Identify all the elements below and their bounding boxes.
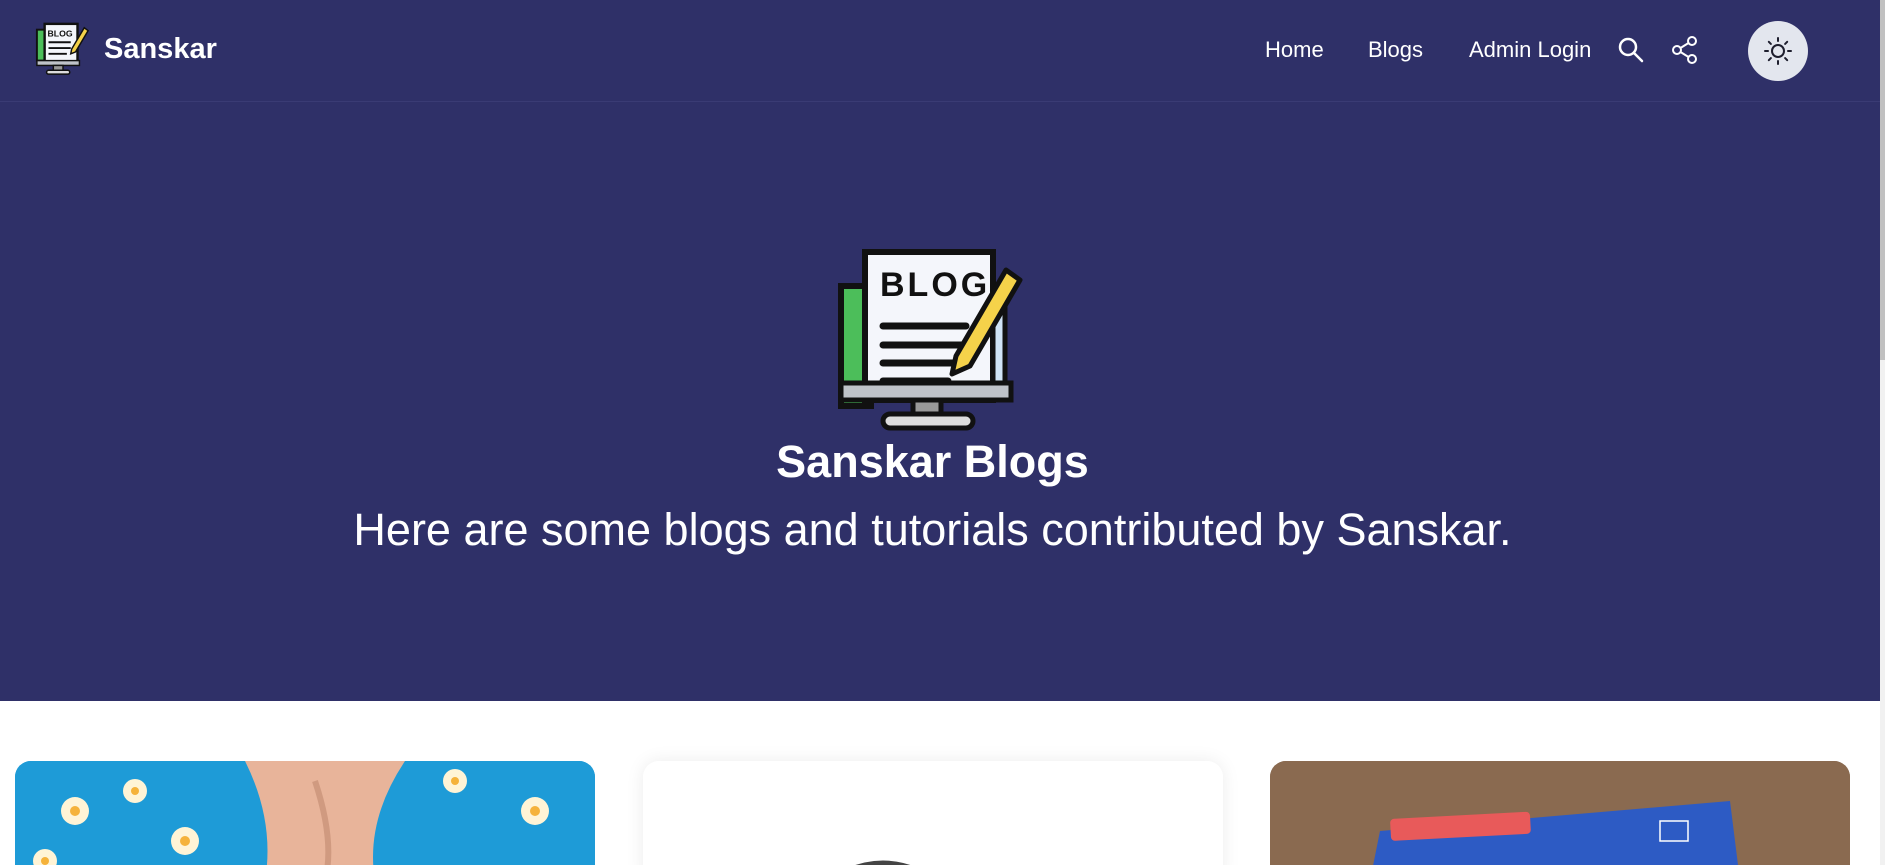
blank-white-photo <box>643 761 1223 865</box>
svg-text:BLOG: BLOG <box>48 28 73 38</box>
nav-blogs-link[interactable]: Blogs <box>1368 37 1423 63</box>
blog-monitor-icon: BLOG <box>35 22 90 75</box>
search-icon[interactable] <box>1616 35 1646 65</box>
sun-icon <box>1764 37 1792 65</box>
theme-toggle-button[interactable] <box>1748 21 1808 81</box>
blog-monitor-icon: BLOG <box>838 249 1023 431</box>
nav-home-link[interactable]: Home <box>1265 37 1324 63</box>
brand-link[interactable]: BLOG Sanskar <box>34 20 217 78</box>
brand-name: Sanskar <box>104 32 217 65</box>
navbar: BLOG Sanskar Home Blogs Admin Login <box>0 0 1880 102</box>
flowers-hands-photo <box>15 761 595 865</box>
scrollbar-thumb[interactable] <box>1880 0 1885 360</box>
hero-subtitle: Here are some blogs and tutorials contri… <box>353 504 1512 555</box>
share-icon[interactable] <box>1670 35 1700 65</box>
book-on-table-photo <box>1270 761 1850 865</box>
svg-text:BLOG: BLOG <box>880 266 990 304</box>
blog-card[interactable] <box>1270 761 1850 865</box>
blog-card[interactable] <box>643 761 1223 865</box>
blog-cards-section <box>0 701 1880 865</box>
nav-admin-login-link[interactable]: Admin Login <box>1469 37 1591 63</box>
hero-section: BLOG Sanskar Blogs Here are some blogs a… <box>0 102 1880 701</box>
hero-title: Sanskar Blogs <box>776 436 1089 487</box>
blog-card[interactable] <box>15 761 595 865</box>
